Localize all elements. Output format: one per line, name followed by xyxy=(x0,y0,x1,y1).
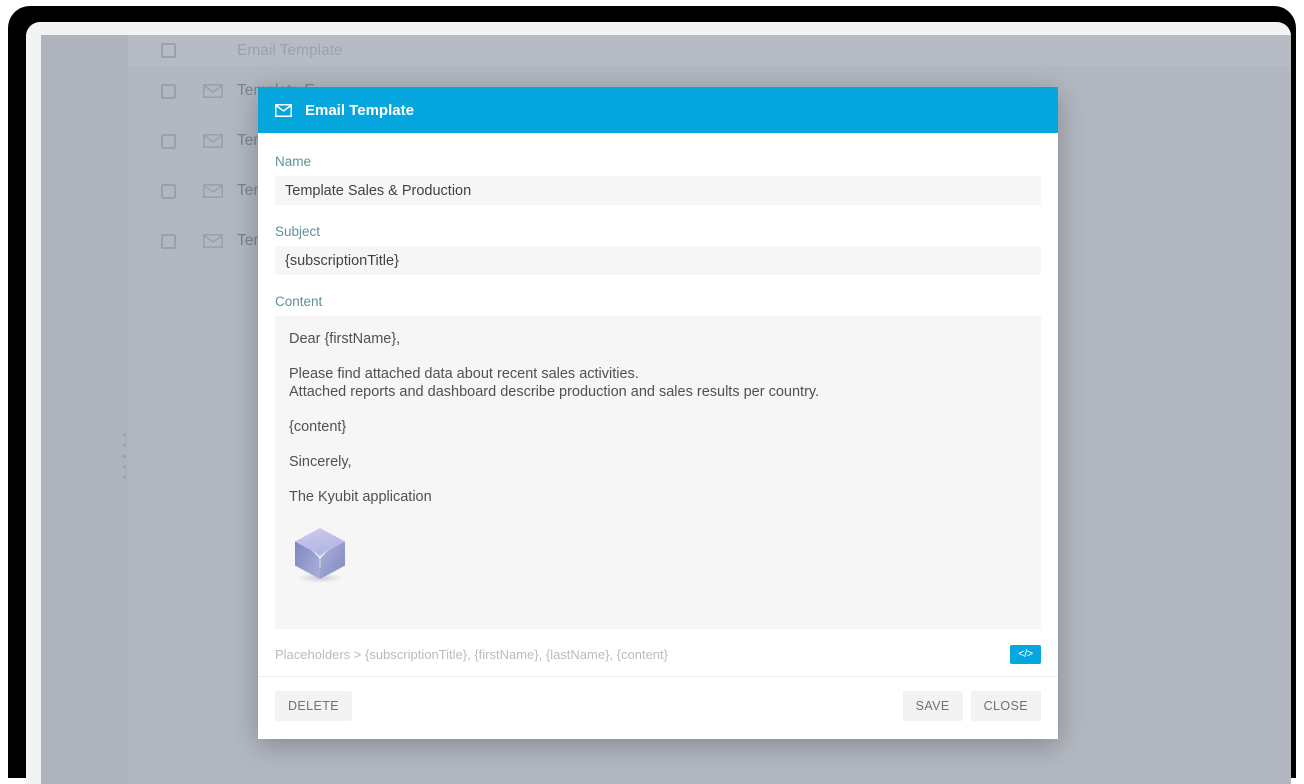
name-field-label: Name xyxy=(275,154,312,169)
dialog-body: Name Subject Content Dear {firstName}, P… xyxy=(258,133,1058,671)
mail-icon xyxy=(275,103,292,117)
panel-splitter-handle[interactable] xyxy=(122,433,126,479)
content-signature: The Kyubit application xyxy=(289,489,432,505)
row-checkbox[interactable] xyxy=(161,133,176,149)
row-checkbox[interactable] xyxy=(161,183,176,199)
content-greeting: Dear {firstName}, xyxy=(289,331,401,347)
code-view-button[interactable]: </> xyxy=(1010,644,1041,664)
content-body-line-1: Please find attached data about recent s… xyxy=(289,366,639,382)
subject-input[interactable] xyxy=(275,246,1041,275)
splitter-dot xyxy=(122,443,126,447)
placeholders-row: Placeholders > {subscriptionTitle}, {fir… xyxy=(275,637,1041,671)
row-checkbox[interactable] xyxy=(161,233,176,249)
delete-button[interactable]: DELETE xyxy=(275,691,353,721)
content-closing: Sincerely, xyxy=(289,454,352,470)
splitter-dot xyxy=(122,476,126,479)
device-bezel: Email Template Template E Template f xyxy=(8,6,1296,784)
row-checkbox[interactable] xyxy=(161,83,176,99)
mail-icon xyxy=(203,84,223,98)
save-button[interactable]: SAVE xyxy=(902,691,963,721)
device-screen: Email Template Template E Template f xyxy=(26,22,1291,784)
dialog-title: Email Template xyxy=(305,101,414,119)
left-panel xyxy=(41,35,128,784)
splitter-dot xyxy=(122,465,126,469)
name-input[interactable] xyxy=(275,176,1041,205)
content-body-line-2: Attached reports and dashboard describe … xyxy=(289,384,820,400)
close-button[interactable]: CLOSE xyxy=(970,691,1041,721)
kyubit-cube-logo-icon xyxy=(289,523,351,585)
mail-icon xyxy=(203,184,223,198)
placeholders-hint: Placeholders > {subscriptionTitle}, {fir… xyxy=(275,646,668,662)
content-body: Please find attached data about recent s… xyxy=(289,365,1027,401)
select-all-checkbox[interactable] xyxy=(161,43,176,58)
mail-icon xyxy=(203,134,223,148)
dialog-header: Email Template xyxy=(258,87,1058,133)
content-placeholder-token: {content} xyxy=(289,419,347,435)
mail-icon xyxy=(203,234,223,248)
column-header-label: Email Template xyxy=(237,41,343,59)
content-field-label: Content xyxy=(275,294,323,309)
email-template-dialog: Email Template Name Subject Content Dear… xyxy=(258,87,1058,739)
content-editor[interactable]: Dear {firstName}, Please find attached d… xyxy=(275,316,1041,629)
splitter-dot xyxy=(122,433,126,436)
splitter-dot xyxy=(122,454,126,458)
dialog-footer: DELETE SAVE CLOSE xyxy=(258,676,1058,739)
table-header-row: Email Template xyxy=(128,35,1291,66)
subject-field-label: Subject xyxy=(275,224,321,239)
